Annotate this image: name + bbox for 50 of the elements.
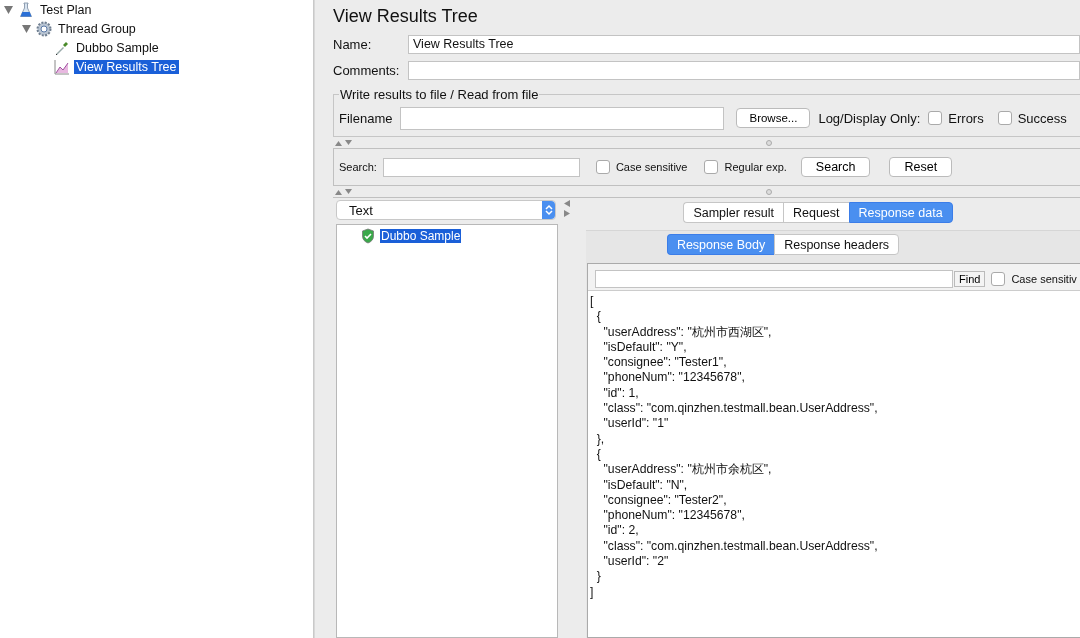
checkbox-label: Errors (948, 110, 984, 126)
checkbox-label: Success (1017, 110, 1067, 126)
flask-icon (18, 1, 34, 18)
dropper-icon (54, 39, 70, 56)
search-field[interactable] (382, 157, 580, 177)
response-text: [ { "userAddress": "杭州市西湖区", "isDefault": "Y", "consignee": "Tester1", "phoneNum": "12345678", "id": 1, "class": "com.qinzhen.testmall.bean.UserAddress", "userId": "1" }, { "userAddress": "杭州市余杭区", "isDefault": "N", "consignee": "Tester2", "phoneNum": "12345678", "id": 2, "class": "com.qinzhen.testmall.bean.UserAddress", "userId": "2" } ] (589, 293, 879, 600)
dropdown-stepper-icon (542, 201, 555, 219)
tree-item[interactable]: Dubbo Sample (380, 229, 462, 243)
tree-item[interactable]: View Results Tree (74, 59, 179, 74)
collapse-arrows-icon[interactable] (335, 188, 353, 195)
checkbox-label: Case sensitive (615, 161, 688, 173)
checkbox-label: Regular exp. (724, 161, 787, 173)
browse-button[interactable]: Browse... (736, 108, 811, 128)
tree-item[interactable]: Test Plan (38, 2, 94, 17)
field-label: Log/Display Only: (818, 110, 921, 126)
panel-title: View Results Tree (333, 4, 479, 28)
checkbox[interactable] (997, 111, 1012, 125)
checkbox-label: Case sensitiv (1011, 273, 1077, 285)
filename-field[interactable] (400, 106, 725, 130)
drag-handle-icon[interactable] (766, 188, 772, 195)
gear-icon (36, 20, 52, 37)
collapse-arrows-icon[interactable] (335, 139, 353, 146)
tab[interactable]: Response headers (774, 234, 900, 255)
checkbox[interactable] (595, 160, 610, 174)
field-label: Name: (333, 36, 373, 52)
find-button[interactable]: Find (954, 271, 986, 287)
comments-field[interactable] (408, 60, 1080, 80)
field-label: Comments: (333, 62, 400, 78)
field-label: Search: (339, 161, 377, 173)
shield-check-icon (361, 228, 375, 244)
chart-icon (54, 58, 70, 75)
tree-item[interactable]: Thread Group (56, 21, 138, 36)
find-field[interactable] (595, 270, 953, 288)
expand-triangle-icon[interactable] (21, 24, 31, 33)
search-button[interactable]: Search (800, 157, 871, 177)
group-legend: Write results to file / Read from file (339, 87, 540, 102)
field-label: Filename (339, 110, 393, 126)
checkbox[interactable] (704, 160, 719, 174)
tab[interactable]: Sampler result (683, 202, 783, 223)
tree-item[interactable]: Dubbo Sample (74, 40, 161, 55)
name-field[interactable]: View Results Tree (408, 34, 1080, 54)
expand-triangle-icon[interactable] (3, 5, 13, 14)
checkbox[interactable] (991, 272, 1006, 286)
tab[interactable]: Request (782, 202, 849, 223)
checkbox[interactable] (928, 111, 943, 125)
renderer-dropdown[interactable]: Text (336, 200, 556, 220)
drag-handle-icon[interactable] (766, 139, 772, 146)
reset-button[interactable]: Reset (889, 157, 953, 177)
dropdown-value: Text (349, 202, 373, 218)
split-arrows-icon[interactable] (564, 200, 570, 218)
